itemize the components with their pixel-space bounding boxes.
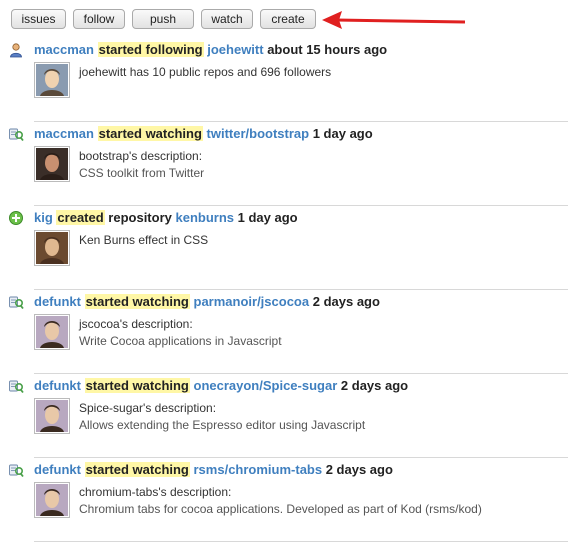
event-time: 1 day ago <box>312 126 373 141</box>
actor-link[interactable]: defunkt <box>34 294 81 309</box>
annotation-arrow-icon <box>322 11 466 29</box>
event-mid-text: repository <box>108 210 172 225</box>
feed-event: kig created repository kenburns 1 day ag… <box>0 206 586 290</box>
event-action: started following <box>97 42 204 57</box>
event-description: CSS toolkit from Twitter <box>79 166 205 180</box>
event-detail-line: chromium-tabs's description: <box>79 485 232 499</box>
event-detail-line: bootstrap's description: <box>79 149 203 163</box>
avatar[interactable] <box>34 314 70 350</box>
event-title: defunkt started watching rsms/chromium-t… <box>34 462 393 477</box>
news-feed: maccman started following joehewitt abou… <box>0 38 586 542</box>
target-link[interactable]: kenburns <box>176 210 235 225</box>
feed-event: defunkt started watching rsms/chromium-t… <box>0 458 586 542</box>
event-title: maccman started following joehewitt abou… <box>34 42 387 57</box>
target-link[interactable]: rsms/chromium-tabs <box>194 462 323 477</box>
watch-star-icon <box>8 462 24 478</box>
event-action: started watching <box>84 462 190 477</box>
event-description: Write Cocoa applications in Javascript <box>79 334 282 348</box>
feed-event: maccman started watching twitter/bootstr… <box>0 122 586 206</box>
actor-link[interactable]: kig <box>34 210 53 225</box>
filter-push-button[interactable]: push <box>132 9 194 29</box>
actor-link[interactable]: defunkt <box>34 462 81 477</box>
event-time: about 15 hours ago <box>267 42 388 57</box>
event-description: Chromium tabs for cocoa applications. De… <box>79 502 482 516</box>
avatar[interactable] <box>34 230 70 266</box>
event-title: kig created repository kenburns 1 day ag… <box>34 210 298 225</box>
event-time: 1 day ago <box>237 210 298 225</box>
event-title: defunkt started watching onecrayon/Spice… <box>34 378 408 393</box>
target-link[interactable]: twitter/bootstrap <box>207 126 310 141</box>
event-details: Spice-sugar's description: Allows extend… <box>79 400 365 434</box>
follow-person-icon <box>8 42 24 58</box>
avatar[interactable] <box>34 62 70 98</box>
feed-event: maccman started following joehewitt abou… <box>0 38 586 122</box>
actor-link[interactable]: maccman <box>34 42 94 57</box>
create-plus-icon <box>8 210 24 226</box>
event-details: Ken Burns effect in CSS <box>79 232 208 249</box>
avatar[interactable] <box>34 398 70 434</box>
filter-watch-button[interactable]: watch <box>201 9 253 29</box>
watch-star-icon <box>8 126 24 142</box>
event-action: created <box>56 210 105 225</box>
filter-issues-button[interactable]: issues <box>11 9 66 29</box>
feed-event: defunkt started watching parmanoir/jscoc… <box>0 290 586 374</box>
target-link[interactable]: onecrayon/Spice-sugar <box>194 378 338 393</box>
event-detail-line: jscocoa's description: <box>79 317 193 331</box>
filter-create-button[interactable]: create <box>260 9 316 29</box>
feed-event: defunkt started watching onecrayon/Spice… <box>0 374 586 458</box>
event-action: started watching <box>84 378 190 393</box>
event-title: defunkt started watching parmanoir/jscoc… <box>34 294 380 309</box>
target-link[interactable]: parmanoir/jscocoa <box>194 294 310 309</box>
event-detail-line: joehewitt has 10 public repos and 696 fo… <box>79 65 332 79</box>
event-title: maccman started watching twitter/bootstr… <box>34 126 373 141</box>
event-time: 2 days ago <box>340 378 409 393</box>
event-description: Allows extending the Espresso editor usi… <box>79 418 366 432</box>
event-detail-line: Ken Burns effect in CSS <box>79 233 209 247</box>
event-details: jscocoa's description: Write Cocoa appli… <box>79 316 282 350</box>
event-details: bootstrap's description: CSS toolkit fro… <box>79 148 204 182</box>
avatar[interactable] <box>34 146 70 182</box>
event-time: 2 days ago <box>312 294 380 309</box>
watch-star-icon <box>8 378 24 394</box>
actor-link[interactable]: maccman <box>34 126 94 141</box>
avatar[interactable] <box>34 482 70 518</box>
event-action: started watching <box>84 294 190 309</box>
event-details: joehewitt has 10 public repos and 696 fo… <box>79 64 331 81</box>
event-details: chromium-tabs's description: Chromium ta… <box>79 484 482 518</box>
actor-link[interactable]: defunkt <box>34 378 81 393</box>
target-link[interactable]: joehewitt <box>207 42 263 57</box>
filter-follow-button[interactable]: follow <box>73 9 125 29</box>
event-detail-line: Spice-sugar's description: <box>79 401 217 415</box>
event-time: 2 days ago <box>325 462 393 477</box>
event-action: started watching <box>97 126 203 141</box>
watch-star-icon <box>8 294 24 310</box>
